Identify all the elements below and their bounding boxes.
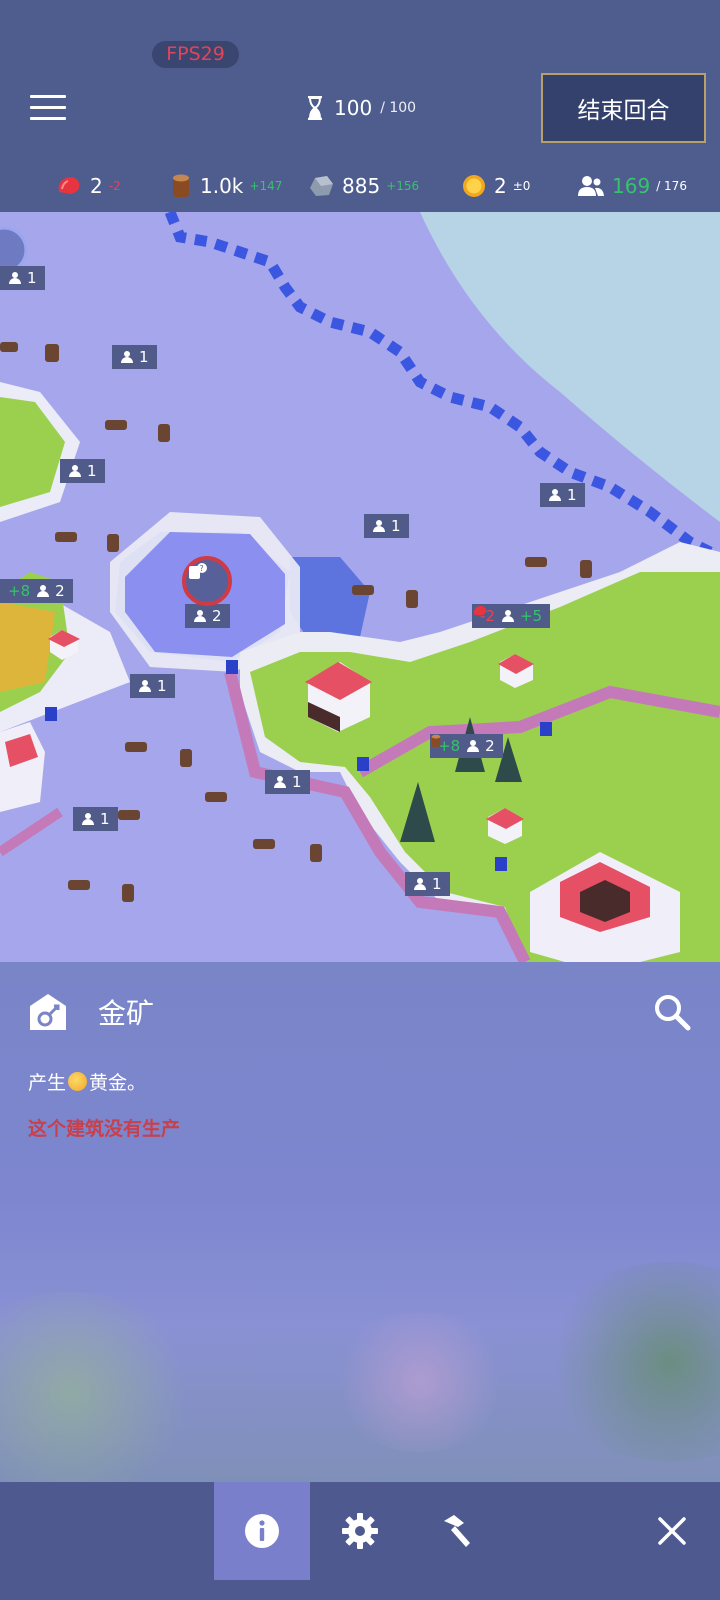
tab-settings[interactable]: [312, 1482, 408, 1580]
worker-icon: [273, 776, 287, 788]
close-button[interactable]: [624, 1482, 720, 1580]
wood-amount: 1.0k: [200, 174, 244, 198]
gold-delta: ±0: [512, 179, 531, 193]
info-icon: [245, 1514, 279, 1548]
meat-icon: [58, 177, 80, 194]
production-label[interactable]: +8 2: [430, 734, 503, 758]
food-amount: 2: [90, 174, 103, 198]
population-amount: 169: [612, 174, 651, 198]
stone-amount: 885: [342, 174, 381, 198]
description-suffix: 黄金。: [89, 1072, 147, 1094]
worker-label[interactable]: 1: [60, 459, 105, 483]
resource-stone: 885 +156: [308, 166, 419, 206]
resource-bar: 2 -2 1.0k +147 885 +156 2 ±0 169 / 176: [0, 166, 720, 206]
gold-mine-icon: [30, 994, 66, 1030]
worker-icon: [138, 680, 152, 692]
gold-amount: 2: [494, 174, 507, 198]
worker-icon: [466, 740, 480, 752]
tab-info[interactable]: [214, 1482, 310, 1580]
meat-icon: [473, 605, 487, 616]
wood-log-icon: [431, 734, 441, 747]
worker-icon: [68, 465, 82, 477]
hammer-icon: [444, 1515, 470, 1547]
worker-icon: [120, 351, 134, 363]
building-description: 产生 黄金。: [28, 1068, 146, 1095]
wood-log-icon: [173, 174, 189, 197]
description-prefix: 产生: [28, 1072, 67, 1094]
worker-label[interactable]: 1: [364, 514, 409, 538]
top-hud: FPS29 100 / 100 结束回合 2 -2 1.0k +147 885 …: [0, 0, 720, 212]
hourglass-icon: [308, 96, 322, 120]
building-info-panel: 金矿 产生 黄金。 这个建筑没有生产: [0, 962, 720, 1482]
worker-icon: [8, 272, 22, 284]
tab-build[interactable]: [408, 1482, 504, 1580]
stone-delta: +156: [386, 179, 420, 193]
menu-button[interactable]: [30, 95, 66, 123]
search-icon[interactable]: [650, 990, 694, 1034]
worker-icon: [81, 813, 95, 825]
worker-icon: [193, 610, 207, 622]
gear-icon: [342, 1513, 378, 1549]
worker-label[interactable]: 1: [540, 483, 585, 507]
worker-label[interactable]: 1: [0, 266, 45, 290]
population-icon: [578, 176, 604, 196]
building-title: 金矿: [98, 997, 155, 1030]
close-icon: [658, 1517, 686, 1545]
wood-delta: +147: [249, 179, 283, 193]
game-map[interactable]: 1 1 1 1 1 2 1 1 1 1 +8 2 -2 +5 +8 2 ?: [0, 212, 720, 962]
turns-max: / 100: [380, 100, 417, 116]
resource-gold: 2 ±0: [462, 166, 530, 206]
gold-coin-icon: [463, 175, 485, 197]
production-label[interactable]: +8 2: [0, 579, 73, 603]
worker-label[interactable]: 1: [73, 807, 118, 831]
turns-current: 100: [334, 96, 373, 120]
end-turn-button[interactable]: 结束回合: [541, 73, 706, 143]
resource-population: 169 / 176: [578, 166, 687, 206]
worker-icon: [501, 610, 515, 622]
fps-counter: FPS29: [152, 41, 239, 68]
worker-icon: [413, 878, 427, 890]
building-status-icon: ?: [189, 563, 207, 579]
worker-label[interactable]: 1: [112, 345, 157, 369]
production-delta: +8: [8, 582, 31, 600]
no-production-warning: 这个建筑没有生产: [28, 1118, 181, 1140]
resource-food: 2 -2: [56, 166, 121, 206]
resource-wood: 1.0k +147: [170, 166, 282, 206]
worker-icon: [372, 520, 386, 532]
worker-icon: [36, 585, 50, 597]
stone-icon: [310, 176, 333, 196]
worker-label[interactable]: 1: [130, 674, 175, 698]
worker-label[interactable]: 2: [185, 604, 230, 628]
population-capacity: / 176: [656, 179, 687, 193]
bottom-toolbar: [0, 1482, 720, 1600]
gold-coin-icon: [68, 1072, 88, 1091]
turn-counter: 100 / 100: [306, 93, 416, 123]
worker-label[interactable]: 1: [405, 872, 450, 896]
worker-label[interactable]: 1: [265, 770, 310, 794]
map-terrain: [0, 212, 720, 962]
production-label[interactable]: -2 +5: [472, 604, 551, 628]
food-delta: -2: [108, 179, 121, 193]
svg-text:?: ?: [200, 564, 204, 573]
selected-building-marker[interactable]: ?: [182, 556, 232, 606]
worker-icon: [548, 489, 562, 501]
